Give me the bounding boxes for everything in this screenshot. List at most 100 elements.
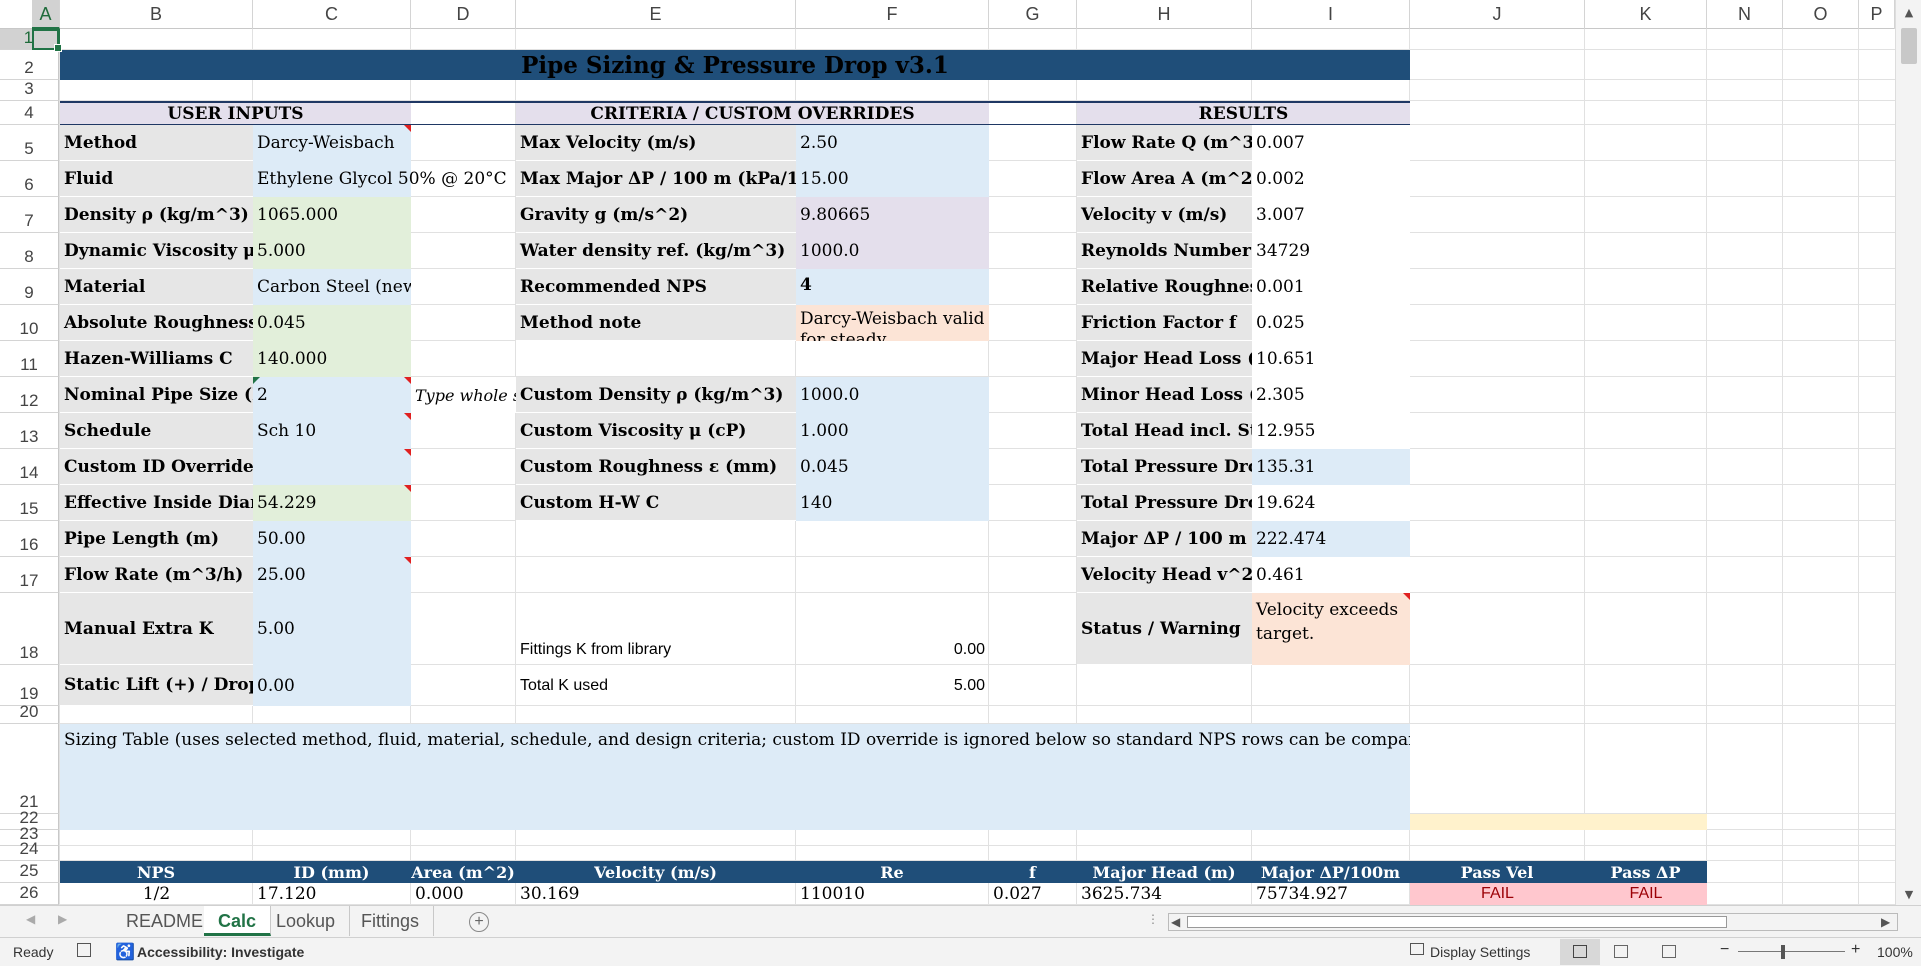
row-header-19[interactable]: 19 [0,665,59,706]
criteria-value[interactable]: 9.80665 [796,197,989,233]
zoom-slider[interactable] [1738,951,1845,952]
input-value[interactable]: Darcy-Weisbach [253,125,411,161]
input-label: Hazen-Williams C [60,341,253,377]
column-header-k[interactable]: K [1585,0,1707,29]
row-header-10[interactable]: 10 [0,305,59,341]
input-value[interactable]: Sch 10 [253,413,411,449]
input-value[interactable]: 5.00 [253,593,411,665]
scroll-up-icon[interactable]: ▲ [1896,6,1921,19]
column-header-p[interactable]: P [1859,0,1895,29]
row-header-11[interactable]: 11 [0,341,59,377]
spreadsheet-grid[interactable]: A B C D E F G H I J K N O P 1 2 3 4 5 6 7 8 9 10 1… [0,0,1895,905]
custom-value[interactable]: 1000.0 [796,377,989,413]
zoom-out-icon[interactable]: − [1720,941,1729,959]
method-note-value[interactable]: Darcy-Weisbach valid for steady [796,305,989,341]
sizing-table-cell: 17.120 [257,884,317,904]
column-header-o[interactable]: O [1783,0,1859,29]
criteria-value[interactable]: 15.00 [796,161,989,197]
input-value[interactable]: Ethylene Glycol 50% @ 20°C [253,161,507,197]
result-value: 10.651 [1252,341,1410,377]
input-value[interactable]: 50.00 [253,521,411,557]
row-header-3[interactable]: 3 [0,79,59,101]
column-header-e[interactable]: E [516,0,796,29]
row-header-18[interactable]: 18 [0,593,59,665]
accessibility-status[interactable]: Accessibility: Investigate [137,944,304,960]
column-header-b[interactable]: B [60,0,253,29]
result-label: Relative Roughness ε/D [1077,269,1252,305]
display-settings-icon[interactable] [1410,943,1424,955]
result-value: 3.007 [1252,197,1410,233]
input-value[interactable]: 54.229 [253,485,411,521]
input-value[interactable]: 25.00 [253,557,411,593]
next-sheet-icon[interactable]: ▶ [58,912,67,926]
method-note-line: for steady [800,330,887,341]
row-header-17[interactable]: 17 [0,557,59,593]
active-cell-a1[interactable] [32,29,62,52]
row-header-9[interactable]: 9 [0,269,59,305]
scroll-down-icon[interactable]: ▼ [1896,888,1921,901]
row-header-12[interactable]: 12 [0,377,59,413]
horizontal-scrollbar[interactable]: ◀ ▶ [1168,913,1898,931]
row-header-25[interactable]: 25 [0,861,59,883]
criteria-value[interactable]: 1000.0 [796,233,989,269]
zoom-slider-handle[interactable] [1781,945,1785,959]
column-header-i[interactable]: I [1252,0,1410,29]
criteria-value[interactable]: 4 [796,269,989,305]
sheet-tab-calc[interactable]: Calc [204,906,272,936]
sheet-tab-readme[interactable]: README [112,906,219,936]
sheet-tab-lookup[interactable]: Lookup [262,906,351,936]
custom-value[interactable]: 0.045 [796,449,989,485]
row-header-26[interactable]: 26 [0,883,59,905]
row-header-13[interactable]: 13 [0,413,59,449]
input-value[interactable]: 2 [253,377,411,413]
vertical-scroll-thumb[interactable] [1901,28,1917,64]
scroll-left-icon[interactable]: ◀ [1171,915,1180,929]
add-sheet-icon[interactable]: + [469,912,489,932]
row-header-15[interactable]: 15 [0,485,59,521]
page-layout-view-icon[interactable] [1614,945,1628,958]
column-header-d[interactable]: D [411,0,516,29]
custom-value[interactable]: 1.000 [796,413,989,449]
column-header-g[interactable]: G [989,0,1077,29]
more-options-icon[interactable]: ⋮ [1147,912,1159,926]
column-header-a[interactable]: A [32,0,60,29]
column-header-j[interactable]: J [1410,0,1585,29]
input-value[interactable] [253,449,411,485]
row-header-7[interactable]: 7 [0,197,59,233]
column-header-n[interactable]: N [1707,0,1783,29]
row-header-4[interactable]: 4 [0,101,59,125]
row-header-20[interactable]: 20 [0,702,59,724]
status-warning-line: target. [1256,624,1315,644]
accessibility-icon[interactable]: ♿ [115,942,135,962]
custom-value[interactable]: 140 [796,485,989,521]
input-value[interactable]: Carbon Steel (new) [253,269,411,305]
scroll-right-icon[interactable]: ▶ [1881,915,1890,929]
column-header-c[interactable]: C [253,0,411,29]
input-value[interactable]: 0.045 [253,305,411,341]
input-value[interactable]: 140.000 [253,341,411,377]
prev-sheet-icon[interactable]: ◀ [26,912,35,926]
row-header-6[interactable]: 6 [0,161,59,197]
page-break-view-icon[interactable] [1662,945,1676,958]
column-header-h[interactable]: H [1077,0,1252,29]
macro-record-icon[interactable] [77,943,91,957]
row-header-2[interactable]: 2 [0,50,59,80]
horizontal-scroll-thumb[interactable] [1187,916,1727,928]
row-header-5[interactable]: 5 [0,125,59,161]
sheet-tab-fittings[interactable]: Fittings [347,906,435,936]
criteria-value[interactable]: 2.50 [796,125,989,161]
zoom-level[interactable]: 100% [1877,944,1913,960]
row-header-14[interactable]: 14 [0,449,59,485]
input-value[interactable]: 0.00 [253,665,411,706]
display-settings-button[interactable]: Display Settings [1430,944,1530,960]
sizing-table-cell: 110010 [800,884,865,904]
row-header-16[interactable]: 16 [0,521,59,557]
vertical-scrollbar[interactable]: ▲ ▼ [1895,0,1921,905]
row-header-24[interactable]: 24 [0,839,59,861]
row-header-8[interactable]: 8 [0,233,59,269]
input-value[interactable]: 5.000 [253,233,411,269]
row-header-21[interactable]: 21 [0,724,59,814]
column-header-f[interactable]: F [796,0,989,29]
zoom-in-icon[interactable]: + [1851,941,1860,959]
input-value[interactable]: 1065.000 [253,197,411,233]
